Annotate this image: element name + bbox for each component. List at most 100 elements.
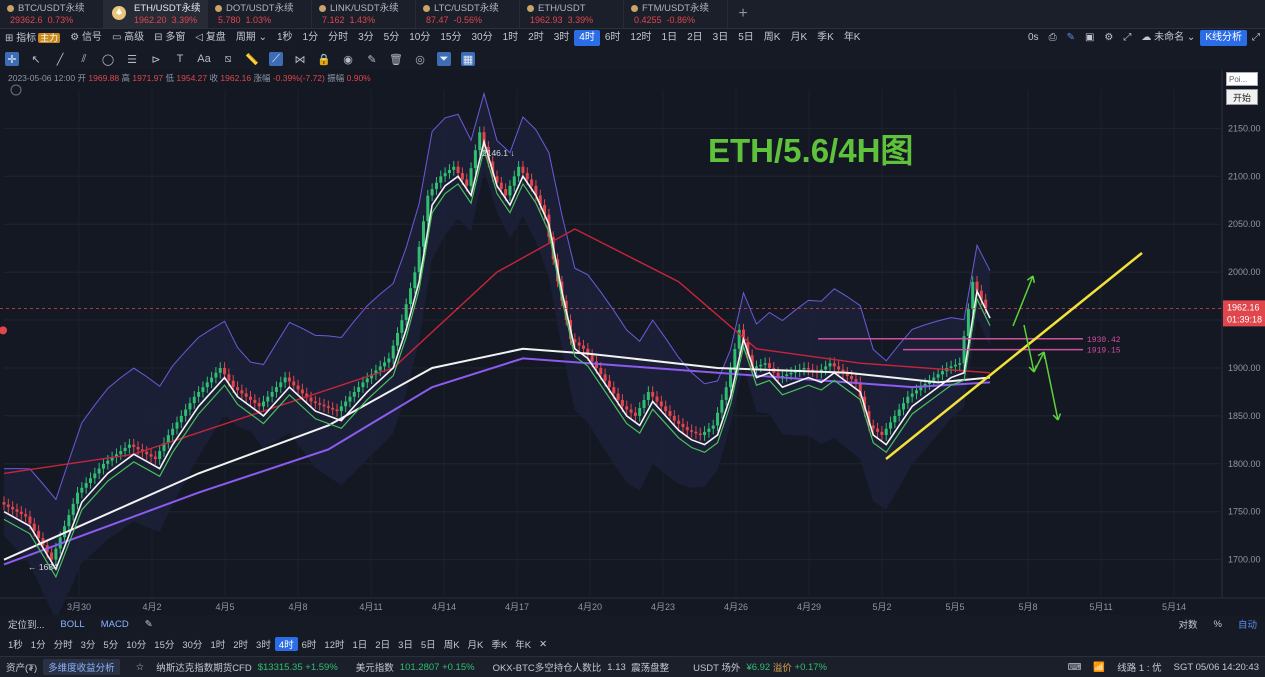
hide-icon[interactable]: ◎ <box>413 52 427 66</box>
interval-20[interactable]: 季K <box>812 30 839 46</box>
interval-0[interactable]: 1秒 <box>4 637 27 651</box>
multi-window-button[interactable]: ⊟ 多窗 <box>149 30 190 46</box>
interval-0[interactable]: 1秒 <box>272 30 298 46</box>
ruler-icon[interactable]: 📏 <box>245 52 259 66</box>
interval-13[interactable]: 12时 <box>320 637 348 651</box>
boll-tab[interactable]: BOLL <box>52 619 92 630</box>
line-status[interactable]: 线路 1 : 优 <box>1111 660 1167 674</box>
cursor-icon[interactable]: ↖ <box>29 52 43 66</box>
star-icon[interactable]: ☆ <box>130 662 151 673</box>
camera-icon[interactable]: ⎙ <box>1044 30 1062 46</box>
assets-label[interactable]: 资产(₮) <box>0 660 43 674</box>
magnet-icon[interactable]: ⋈ <box>293 52 307 66</box>
interval-3[interactable]: 3分 <box>353 30 379 46</box>
interval-16[interactable]: 3日 <box>708 30 734 46</box>
edit-icon[interactable]: ✎ <box>365 52 379 66</box>
interval-12[interactable]: 6时 <box>298 637 321 651</box>
interval-7[interactable]: 30分 <box>466 30 497 46</box>
price-chart[interactable]: 1700.001750.001800.001850.001900.001950.… <box>0 70 1265 615</box>
interval-10[interactable]: 3时 <box>252 637 275 651</box>
interval-12[interactable]: 6时 <box>600 30 626 46</box>
interval-1[interactable]: 1分 <box>27 637 50 651</box>
interval-4[interactable]: 5分 <box>99 637 122 651</box>
interval-21[interactable]: 年K <box>511 637 535 651</box>
tab-ftm[interactable]: FTM/USDT永续 0.4255 -0.86% <box>624 0 728 28</box>
tab-ltc[interactable]: LTC/USDT永续 87.47 -0.56% <box>416 0 520 28</box>
interval-8[interactable]: 1时 <box>206 637 229 651</box>
locate-button[interactable]: 定位到... <box>0 617 52 631</box>
layers-icon[interactable]: ▦ <box>461 52 475 66</box>
interval-18[interactable]: 周K <box>759 30 786 46</box>
edit-indicator-icon[interactable]: ✎ <box>137 619 161 630</box>
tab-btc[interactable]: BTC/USDT永续 29362.6 0.73% <box>0 0 104 28</box>
replay-button[interactable]: ◁ 复盘 <box>190 30 230 46</box>
fullscreen-icon[interactable]: ⤢ <box>1118 30 1136 46</box>
interval-17[interactable]: 5日 <box>417 637 440 651</box>
ellipse-icon[interactable]: ◯ <box>101 52 115 66</box>
add-tab-button[interactable]: + <box>728 0 758 28</box>
tab-link[interactable]: LINK/USDT永续 7.162 1.43% <box>312 0 416 28</box>
interval-11[interactable]: 4时 <box>274 637 298 651</box>
expand-icon[interactable]: ⤢ <box>1247 30 1265 46</box>
interval-9[interactable]: 2时 <box>229 637 252 651</box>
pattern-icon[interactable]: ⧅ <box>221 52 235 66</box>
channel-icon[interactable]: ⫽ <box>77 52 91 66</box>
interval-19[interactable]: 月K <box>464 637 488 651</box>
font-icon[interactable]: Aa <box>197 52 211 66</box>
interval-15[interactable]: 2日 <box>682 30 708 46</box>
interval-3[interactable]: 3分 <box>77 637 100 651</box>
trendline-icon[interactable]: ╱ <box>53 52 67 66</box>
interval-10[interactable]: 3时 <box>549 30 575 46</box>
period-dropdown[interactable]: 周期 ⌄ <box>231 30 272 46</box>
pen-icon[interactable]: ✎ <box>1062 30 1080 46</box>
interval-7[interactable]: 30分 <box>178 637 206 651</box>
interval-16[interactable]: 3日 <box>394 637 417 651</box>
interval-20[interactable]: 季K <box>487 637 511 651</box>
interval-14[interactable]: 1日 <box>349 637 372 651</box>
tab-dot[interactable]: DOT/USDT永续 5.780 1.03% <box>208 0 312 28</box>
interval-6[interactable]: 15分 <box>150 637 178 651</box>
interval-8[interactable]: 1时 <box>498 30 524 46</box>
pitchfork-icon[interactable]: ⊳ <box>149 52 163 66</box>
gear-icon[interactable]: ⚙ <box>1099 30 1118 46</box>
interval-19[interactable]: 月K <box>785 30 812 46</box>
interval-5[interactable]: 10分 <box>122 637 150 651</box>
auto-scale-toggle[interactable]: 自动 <box>1230 617 1265 631</box>
start-button[interactable]: 开始 <box>1226 89 1258 105</box>
cloud-layout-dropdown[interactable]: ☁ 未命名 ⌄ <box>1136 30 1200 46</box>
interval-4[interactable]: 5分 <box>379 30 405 46</box>
interval-15[interactable]: 2日 <box>371 637 394 651</box>
interval-5[interactable]: 10分 <box>404 30 435 46</box>
save-icon[interactable]: ▣ <box>1080 30 1099 46</box>
text-tool-icon[interactable]: T <box>173 52 187 66</box>
interval-6[interactable]: 15分 <box>435 30 466 46</box>
percent-toggle[interactable]: % <box>1206 619 1230 630</box>
horizontal-lines-icon[interactable]: ☰ <box>125 52 139 66</box>
filter-icon[interactable]: ⏷ <box>437 52 451 66</box>
interval-11[interactable]: 4时 <box>574 30 600 46</box>
eye-icon[interactable]: ◉ <box>341 52 355 66</box>
trash-icon[interactable]: 🗑 <box>389 52 403 66</box>
kline-analysis-button[interactable]: K线分析 <box>1200 30 1247 46</box>
keyboard-icon[interactable]: ⌨ <box>1062 662 1088 673</box>
measure-icon[interactable]: ⟋ <box>269 52 283 66</box>
log-scale-toggle[interactable]: 对数 <box>1171 617 1206 631</box>
advanced-button[interactable]: ▭ 高级 <box>107 30 149 46</box>
tab-eth-perp[interactable]: ETH/USDT永续 1962.20 3.39% <box>104 0 208 28</box>
interval-1[interactable]: 1分 <box>298 30 324 46</box>
interval-9[interactable]: 2时 <box>523 30 549 46</box>
multi-analysis-button[interactable]: 多维度收益分析 <box>43 659 120 675</box>
indicator-button[interactable]: ⊞ 指标 主力 <box>0 30 65 47</box>
interval-21[interactable]: 年K <box>839 30 866 46</box>
close-icon[interactable]: ✕ <box>535 639 551 650</box>
interval-18[interactable]: 周K <box>440 637 464 651</box>
crosshair-icon[interactable]: ✛ <box>5 52 19 66</box>
signal-button[interactable]: ⚙ 信号 <box>65 30 107 46</box>
interval-2[interactable]: 分时 <box>323 30 353 46</box>
point-input[interactable]: Poi... <box>1226 72 1258 86</box>
macd-tab[interactable]: MACD <box>93 619 137 630</box>
lock-icon[interactable]: 🔒 <box>317 52 331 66</box>
tab-eth-spot[interactable]: ETH/USDT 1962.93 3.39% <box>520 0 624 28</box>
interval-17[interactable]: 5日 <box>733 30 759 46</box>
interval-2[interactable]: 分时 <box>50 637 77 651</box>
